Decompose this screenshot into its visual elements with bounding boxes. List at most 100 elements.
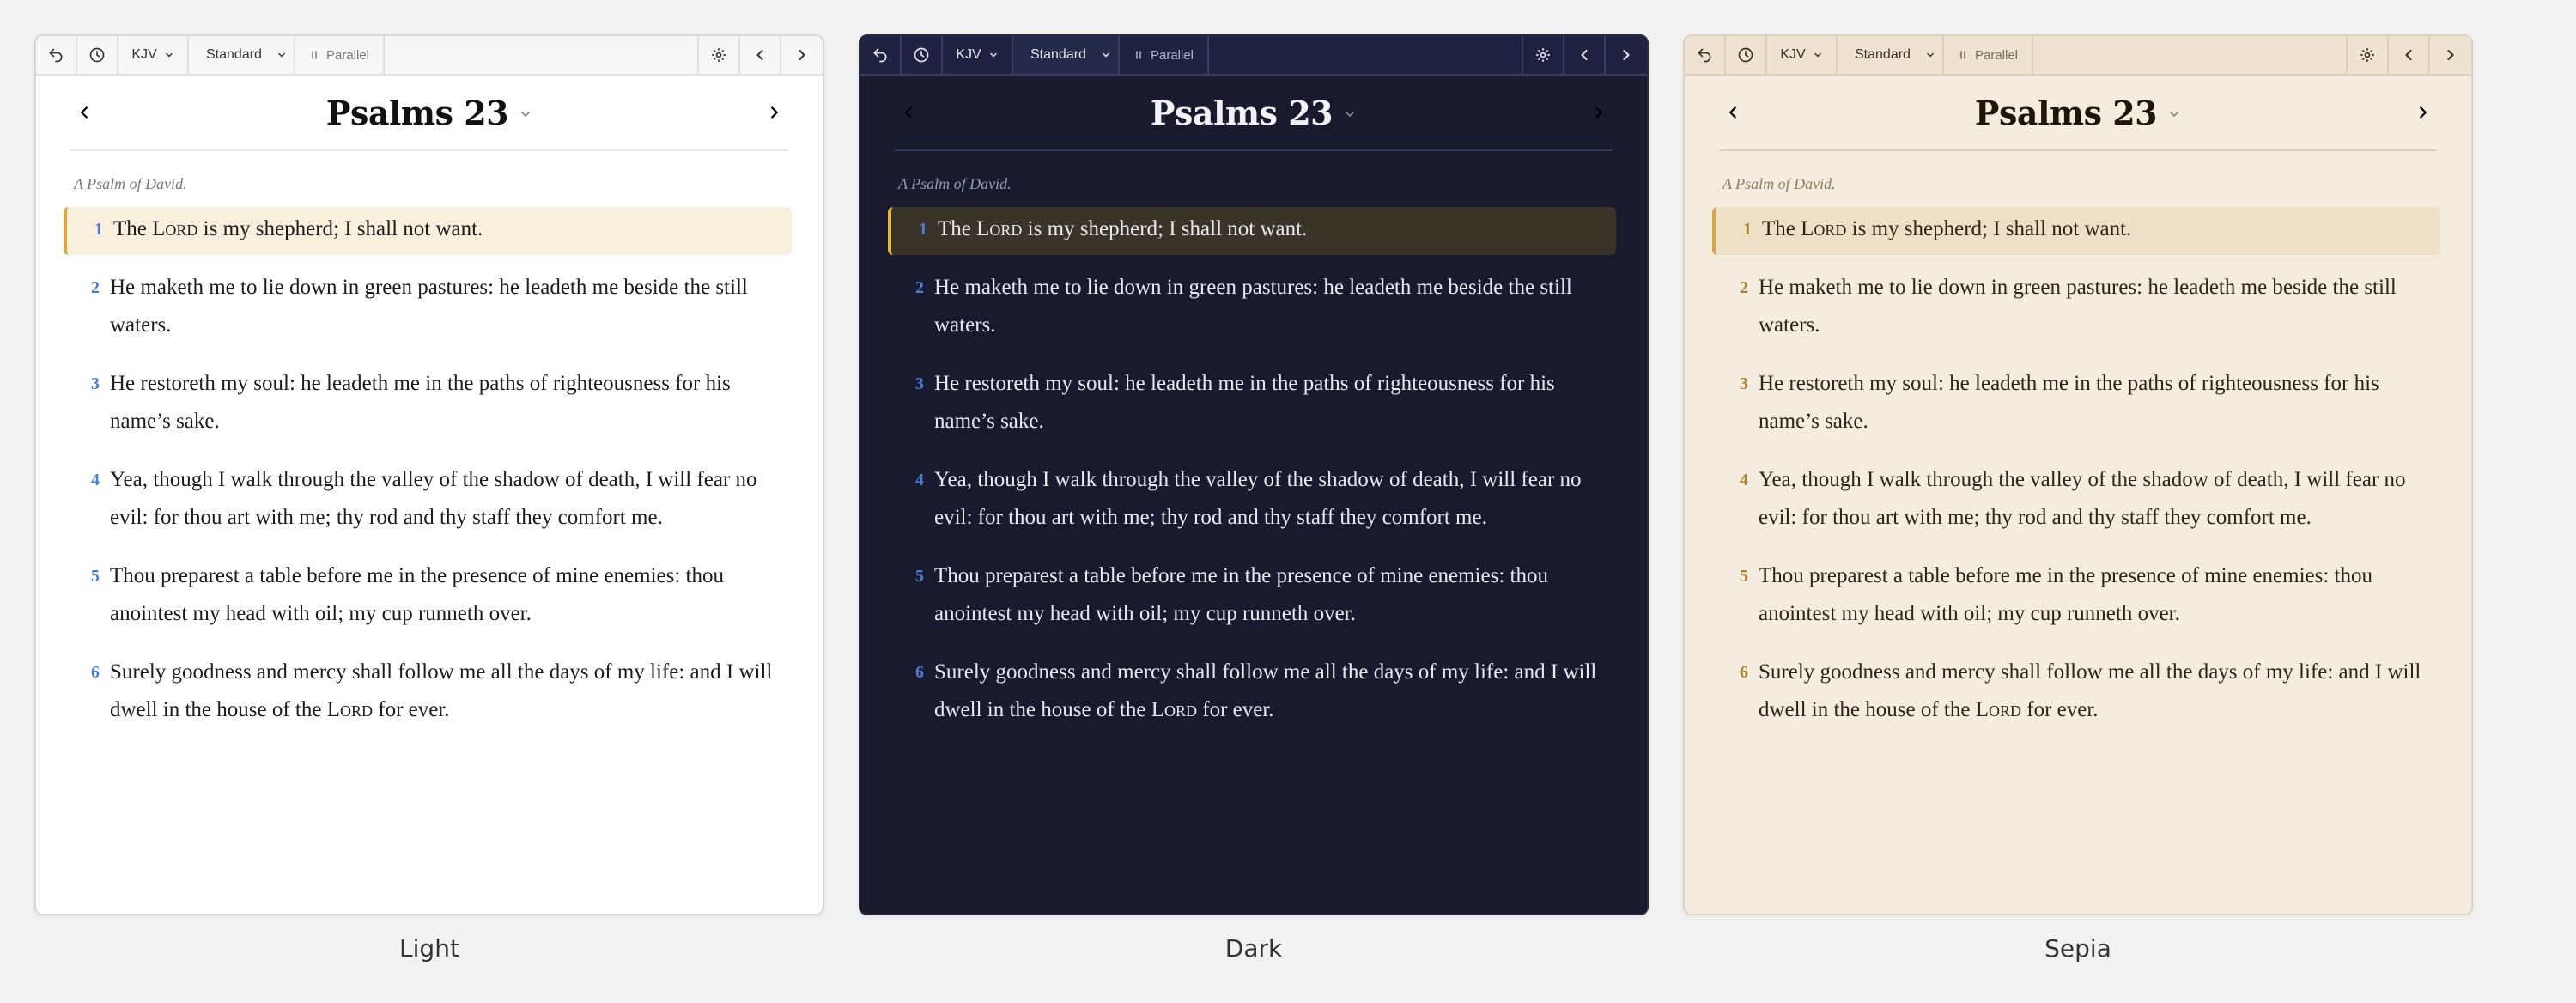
verse-row[interactable]: 3 He restoreth my soul: he leadeth me in … xyxy=(891,362,1616,447)
verse-row[interactable]: 5 Thou preparest a table before me in the… xyxy=(891,554,1616,640)
verse-text: The Lord is my shepherd; I shall not wan… xyxy=(113,210,781,248)
verse-row[interactable]: 1 The Lord is my shepherd; I shall not wa… xyxy=(64,207,792,255)
verse-row[interactable]: 3 He restoreth my soul: he leadeth me in … xyxy=(67,362,792,447)
verse-text-part: is my shepherd; I shall not want. xyxy=(1022,217,1308,240)
chevron-left-icon xyxy=(2405,49,2412,61)
chevron-left-icon xyxy=(1581,49,1588,61)
verse-row[interactable]: 2 He maketh me to lie down in green pastu… xyxy=(891,265,1616,351)
settings-button[interactable] xyxy=(2348,36,2389,74)
back-button[interactable] xyxy=(860,36,902,74)
parallel-toggle[interactable]: Parallel xyxy=(295,36,385,74)
version-dropdown[interactable]: KJV xyxy=(118,36,189,74)
settings-button[interactable] xyxy=(699,36,740,74)
verse-row[interactable]: 2 He maketh me to lie down in green pastu… xyxy=(67,265,792,351)
verse-number: 3 xyxy=(1740,374,1748,393)
history-button[interactable] xyxy=(77,36,118,74)
toolbar-prev-button[interactable] xyxy=(2389,36,2430,74)
verse-text: Yea, though I walk through the valley of… xyxy=(110,468,757,529)
next-chapter-button[interactable] xyxy=(1585,99,1613,126)
psalm-superscription: A Psalm of David. xyxy=(1722,175,1836,192)
chapter-title-selector[interactable]: Psalms 23 xyxy=(1151,94,1357,132)
mode-select[interactable]: Standard xyxy=(189,36,295,74)
chevron-left-icon xyxy=(81,106,88,119)
verse-number: 2 xyxy=(915,278,924,297)
version-label: KJV xyxy=(956,47,981,62)
toolbar-prev-button[interactable] xyxy=(1564,36,1606,74)
reader-panel-light: KJV Standard Parallel Psalms 23 A Psalm … xyxy=(34,34,824,915)
verse-row[interactable]: 2 He maketh me to lie down in green pastu… xyxy=(1716,265,2440,351)
verse-number: 2 xyxy=(91,278,100,297)
reader-panel-sepia: KJV Standard Parallel Psalms 23 A Psalm … xyxy=(1683,34,2473,915)
chevron-right-icon xyxy=(2447,49,2454,61)
chapter-header: Psalms 23 xyxy=(70,76,788,151)
history-button[interactable] xyxy=(1726,36,1767,74)
divine-name: Lord xyxy=(1975,698,2022,721)
verse-row[interactable]: 4 Yea, though I walk through the valley o… xyxy=(67,458,792,544)
version-label: KJV xyxy=(131,47,157,62)
chapter-header: Psalms 23 xyxy=(1719,76,2437,151)
chevron-down-icon xyxy=(278,52,285,58)
toolbar-next-button[interactable] xyxy=(2430,36,2471,74)
back-button[interactable] xyxy=(36,36,77,74)
theme-label-light: Light xyxy=(399,934,459,963)
mode-label: Standard xyxy=(206,47,262,62)
verse-row[interactable]: 3 He restoreth my soul: he leadeth me in … xyxy=(1716,362,2440,447)
chevron-left-icon xyxy=(905,106,912,119)
verse-row[interactable]: 4 Yea, though I walk through the valley o… xyxy=(891,458,1616,544)
toolbar-next-button[interactable] xyxy=(1606,36,1647,74)
verse-row[interactable]: 5 Thou preparest a table before me in the… xyxy=(1716,554,2440,640)
verse-row[interactable]: 6 Surely goodness and mercy shall follow … xyxy=(1716,650,2440,736)
toolbar-prev-button[interactable] xyxy=(740,36,781,74)
toolbar-next-button[interactable] xyxy=(781,36,823,74)
version-dropdown[interactable]: KJV xyxy=(1767,36,1838,74)
verse-number: 5 xyxy=(1740,567,1748,586)
settings-button[interactable] xyxy=(1523,36,1564,74)
toolbar-spacer xyxy=(1209,36,1523,74)
previous-chapter-button[interactable] xyxy=(895,99,922,126)
verse-number: 6 xyxy=(91,663,100,682)
verse-text-part: The xyxy=(938,217,977,240)
next-chapter-button[interactable] xyxy=(2409,99,2437,126)
clock-icon xyxy=(89,47,105,63)
next-chapter-button[interactable] xyxy=(761,99,788,126)
verse-text-part: is my shepherd; I shall not want. xyxy=(197,217,483,240)
previous-chapter-button[interactable] xyxy=(1719,99,1747,126)
verse-text-part: for ever. xyxy=(1197,698,1274,721)
chapter-title-selector[interactable]: Psalms 23 xyxy=(326,94,532,132)
parallel-toggle[interactable]: Parallel xyxy=(1120,36,1209,74)
verse-number: 4 xyxy=(1740,471,1748,489)
chapter-title: Psalms 23 xyxy=(1974,93,2158,132)
chevron-down-icon xyxy=(165,52,173,58)
history-button[interactable] xyxy=(902,36,943,74)
gear-icon xyxy=(1536,48,1550,62)
verse-row[interactable]: 5 Thou preparest a table before me in the… xyxy=(67,554,792,640)
reader-toolbar: KJV Standard Parallel xyxy=(36,36,823,76)
verse-number: 6 xyxy=(915,663,924,682)
verse-row[interactable]: 6 Surely goodness and mercy shall follow … xyxy=(67,650,792,736)
chevron-right-icon xyxy=(771,106,778,119)
version-dropdown[interactable]: KJV xyxy=(943,36,1013,74)
verse-text: Thou preparest a table before me in the … xyxy=(1759,564,2372,625)
gear-icon xyxy=(712,48,726,62)
verse-text: Surely goodness and mercy shall follow m… xyxy=(1759,653,2430,729)
chevron-right-icon xyxy=(1623,49,1630,61)
verse-text: Yea, though I walk through the valley of… xyxy=(1759,468,2406,529)
verse-row[interactable]: 4 Yea, though I walk through the valley o… xyxy=(1716,458,2440,544)
divine-name: Lord xyxy=(1801,217,1847,240)
verse-row[interactable]: 1 The Lord is my shepherd; I shall not wa… xyxy=(888,207,1616,255)
verse-text: He maketh me to lie down in green pastur… xyxy=(934,276,1572,337)
mode-select[interactable]: Standard xyxy=(1013,36,1120,74)
parallel-toggle[interactable]: Parallel xyxy=(1944,36,2033,74)
previous-chapter-button[interactable] xyxy=(70,99,98,126)
mode-select[interactable]: Standard xyxy=(1838,36,1944,74)
divine-name: Lord xyxy=(152,217,198,240)
verse-text-part: is my shepherd; I shall not want. xyxy=(1846,217,2132,240)
chevron-down-icon xyxy=(2167,100,2181,125)
reader-toolbar: KJV Standard Parallel xyxy=(860,36,1647,76)
chapter-title-selector[interactable]: Psalms 23 xyxy=(1975,94,2181,132)
back-button[interactable] xyxy=(1685,36,1726,74)
divine-name: Lord xyxy=(976,217,1023,240)
verse-row[interactable]: 6 Surely goodness and mercy shall follow … xyxy=(891,650,1616,736)
verse-row[interactable]: 1 The Lord is my shepherd; I shall not wa… xyxy=(1712,207,2440,255)
verse-number: 5 xyxy=(91,567,100,586)
